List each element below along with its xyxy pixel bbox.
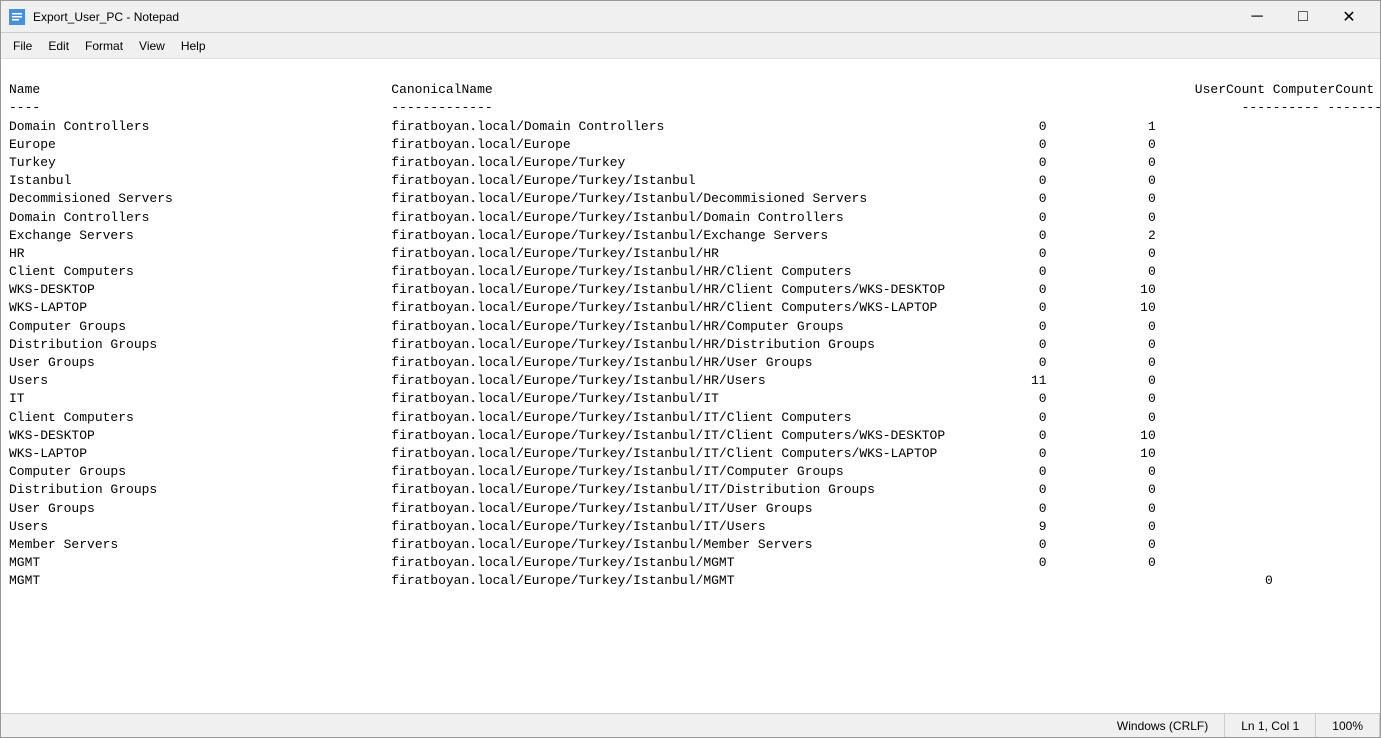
menu-edit[interactable]: Edit	[40, 36, 77, 56]
menu-bar: File Edit Format View Help	[1, 33, 1380, 59]
menu-format[interactable]: Format	[77, 36, 131, 56]
window-controls: ─ □ ✕	[1234, 1, 1372, 33]
menu-help[interactable]: Help	[173, 36, 214, 56]
menu-view[interactable]: View	[131, 36, 173, 56]
window-title: Export_User_PC - Notepad	[33, 10, 1234, 24]
cursor-position-status: Ln 1, Col 1	[1225, 714, 1316, 737]
maximize-button[interactable]: □	[1280, 1, 1326, 33]
status-bar: Windows (CRLF) Ln 1, Col 1 100%	[1, 713, 1380, 737]
close-button[interactable]: ✕	[1326, 1, 1372, 33]
menu-file[interactable]: File	[5, 36, 40, 56]
title-bar: Export_User_PC - Notepad ─ □ ✕	[1, 1, 1380, 33]
notepad-window: Export_User_PC - Notepad ─ □ ✕ File Edit…	[0, 0, 1381, 738]
content-area	[1, 59, 1380, 713]
zoom-status: 100%	[1316, 714, 1380, 737]
app-icon	[9, 9, 25, 25]
line-ending-status: Windows (CRLF)	[1101, 714, 1225, 737]
minimize-button[interactable]: ─	[1234, 1, 1280, 33]
text-editor[interactable]	[1, 59, 1380, 713]
